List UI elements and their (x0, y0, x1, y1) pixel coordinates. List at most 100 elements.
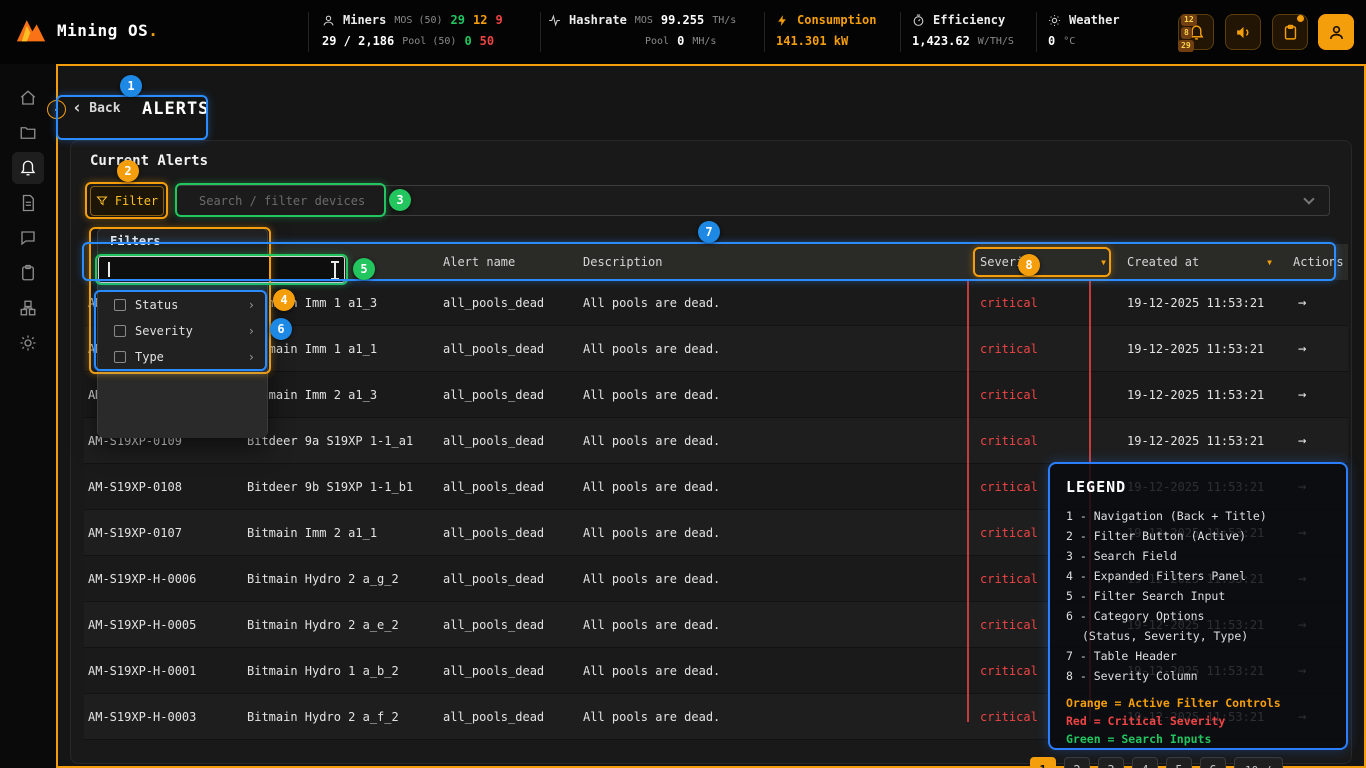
cell-alert-name: all_pools_dead (439, 618, 579, 632)
checkbox[interactable] (114, 299, 126, 311)
hashrate-pulse-icon (548, 14, 561, 27)
sidebar-collapse-button[interactable]: ‹ (47, 100, 66, 119)
sidebar (0, 64, 56, 768)
divider (1036, 12, 1037, 52)
sound-button[interactable] (1225, 14, 1261, 50)
pagination-page-button[interactable]: 3 (1098, 757, 1124, 768)
sidebar-item-reports[interactable] (12, 187, 44, 219)
cell-device: AM-S19XP-0107 (84, 526, 243, 540)
row-action-arrow[interactable]: → (1288, 387, 1306, 403)
filters-panel-footer (98, 370, 267, 438)
annotation-badge: 4 (273, 289, 295, 311)
table-row[interactable]: AM-S19XP-0106 Bitmain Imm 2 a1_3 all_poo… (84, 372, 1348, 418)
efficiency-stat: Efficiency 1,423.62 W/TH/S (912, 10, 1014, 52)
tasks-alert-dot (1297, 15, 1304, 22)
cell-description: All pools are dead. (579, 342, 972, 356)
cell-description: All pools are dead. (579, 664, 972, 678)
efficiency-gauge-icon (912, 14, 925, 27)
hashrate-stat: Hashrate MOS 99.255 TH/s Pool 0 MH/s (548, 10, 736, 52)
filter-button[interactable]: Filter (90, 186, 164, 216)
pagination-page-button[interactable]: 1 (1030, 757, 1056, 768)
column-created-at[interactable]: Created at▼ (1118, 255, 1284, 269)
legend-item: 7 - Table Header (1066, 646, 1330, 666)
sidebar-item-messages[interactable] (12, 222, 44, 254)
legend-title: LEGEND (1066, 478, 1330, 496)
cell-alert-name: all_pools_dead (439, 388, 579, 402)
filter-option[interactable]: Status › (98, 292, 267, 318)
pagination: 123456 10 / (1030, 757, 1283, 768)
cell-alert-name: all_pools_dead (439, 480, 579, 494)
severity-column-line-left (967, 281, 969, 722)
pagination-page-button[interactable]: 4 (1132, 757, 1158, 768)
device-search-input[interactable] (177, 186, 1329, 215)
filter-option[interactable]: Severity › (98, 318, 267, 344)
divider (900, 12, 901, 52)
sidebar-item-tasks[interactable] (12, 257, 44, 289)
mining-os-app: Mining OS. Miners MOS (50) 29 12 9 29 / … (0, 0, 1366, 768)
annotation-badge: 7 (698, 221, 720, 243)
top-header: Mining OS. Miners MOS (50) 29 12 9 29 / … (0, 0, 1366, 64)
miners-icon (322, 14, 335, 27)
legend-item: 3 - Search Field (1066, 546, 1330, 566)
filter-option-label: Status (135, 298, 239, 312)
brand-name: Mining OS. (57, 21, 158, 40)
pagination-page-button[interactable]: 2 (1064, 757, 1090, 768)
cell-description: All pools are dead. (579, 388, 972, 402)
cell-name: Bitmain Hydro 1 a_b_2 (243, 664, 439, 678)
cell-name: Bitmain Hydro 2 a_g_2 (243, 572, 439, 586)
row-action-arrow[interactable]: → (1288, 295, 1306, 311)
annotation-badge: 8 (1018, 254, 1040, 276)
column-alert-name: Alert name (439, 255, 579, 269)
cell-description: All pools are dead. (579, 526, 972, 540)
cell-device: AM-S19XP-H-0006 (84, 572, 243, 586)
column-actions: Actions (1284, 255, 1348, 269)
page-size-select[interactable]: 10 / (1234, 757, 1283, 768)
back-label: Back (89, 101, 120, 116)
cell-device: AM-S19XP-H-0001 (84, 664, 243, 678)
filter-option-label: Type (135, 350, 239, 364)
cell-name: Bitmain Imm 1 a1_1 (243, 342, 439, 356)
annotation-badge: 3 (389, 189, 411, 211)
consumption-stat: Consumption 141.301 kW (776, 10, 876, 52)
cell-alert-name: all_pools_dead (439, 296, 579, 310)
chevron-right-icon: › (248, 324, 255, 338)
profile-button[interactable] (1318, 14, 1354, 50)
chat-icon (19, 229, 37, 247)
document-icon (19, 194, 37, 212)
filter-search-input[interactable] (98, 256, 345, 283)
sun-icon (1048, 14, 1061, 27)
column-severity[interactable]: Severity▼ (972, 255, 1118, 269)
speaker-icon (1235, 24, 1252, 41)
pagination-page-button[interactable]: 6 (1200, 757, 1226, 768)
logo-flame-icon (14, 13, 48, 47)
bell-icon (19, 159, 37, 177)
sidebar-item-home[interactable] (12, 82, 44, 114)
back-button[interactable]: ‹ Back (72, 101, 121, 116)
annotation-badge: 5 (353, 258, 375, 280)
filter-caret-icon[interactable]: ▼ (1267, 258, 1272, 267)
checkbox[interactable] (114, 325, 126, 337)
row-action-arrow[interactable]: → (1288, 433, 1306, 449)
cell-name: Bitmain Hydro 2 a_e_2 (243, 618, 439, 632)
annotation-badge: 6 (270, 318, 292, 340)
table-row[interactable]: AM-S19XP-0109 Bitdeer 9a S19XP 1-1_a1 al… (84, 418, 1348, 464)
annotation-badge: 2 (117, 160, 139, 182)
filter-option[interactable]: Type › (98, 344, 267, 370)
page-title: ALERTS (142, 99, 209, 119)
cell-alert-name: all_pools_dead (439, 526, 579, 540)
sidebar-item-alerts[interactable] (12, 152, 44, 184)
row-action-arrow[interactable]: → (1288, 341, 1306, 357)
home-icon (19, 89, 37, 107)
legend-item: 8 - Severity Column (1066, 666, 1330, 686)
pagination-page-button[interactable]: 5 (1166, 757, 1192, 768)
sidebar-item-devices[interactable] (12, 117, 44, 149)
filter-caret-icon[interactable]: ▼ (1101, 258, 1106, 267)
cell-name: Bitmain Imm 2 a1_1 (243, 526, 439, 540)
checkbox[interactable] (114, 351, 126, 363)
cell-device: AM-S19XP-H-0005 (84, 618, 243, 632)
cell-created-at: 19-12-2025 11:53:21 (1118, 296, 1284, 310)
sidebar-item-settings[interactable] (12, 327, 44, 359)
cell-alert-name: all_pools_dead (439, 434, 579, 448)
device-search-field (176, 185, 1330, 216)
sidebar-item-integrations[interactable] (12, 292, 44, 324)
